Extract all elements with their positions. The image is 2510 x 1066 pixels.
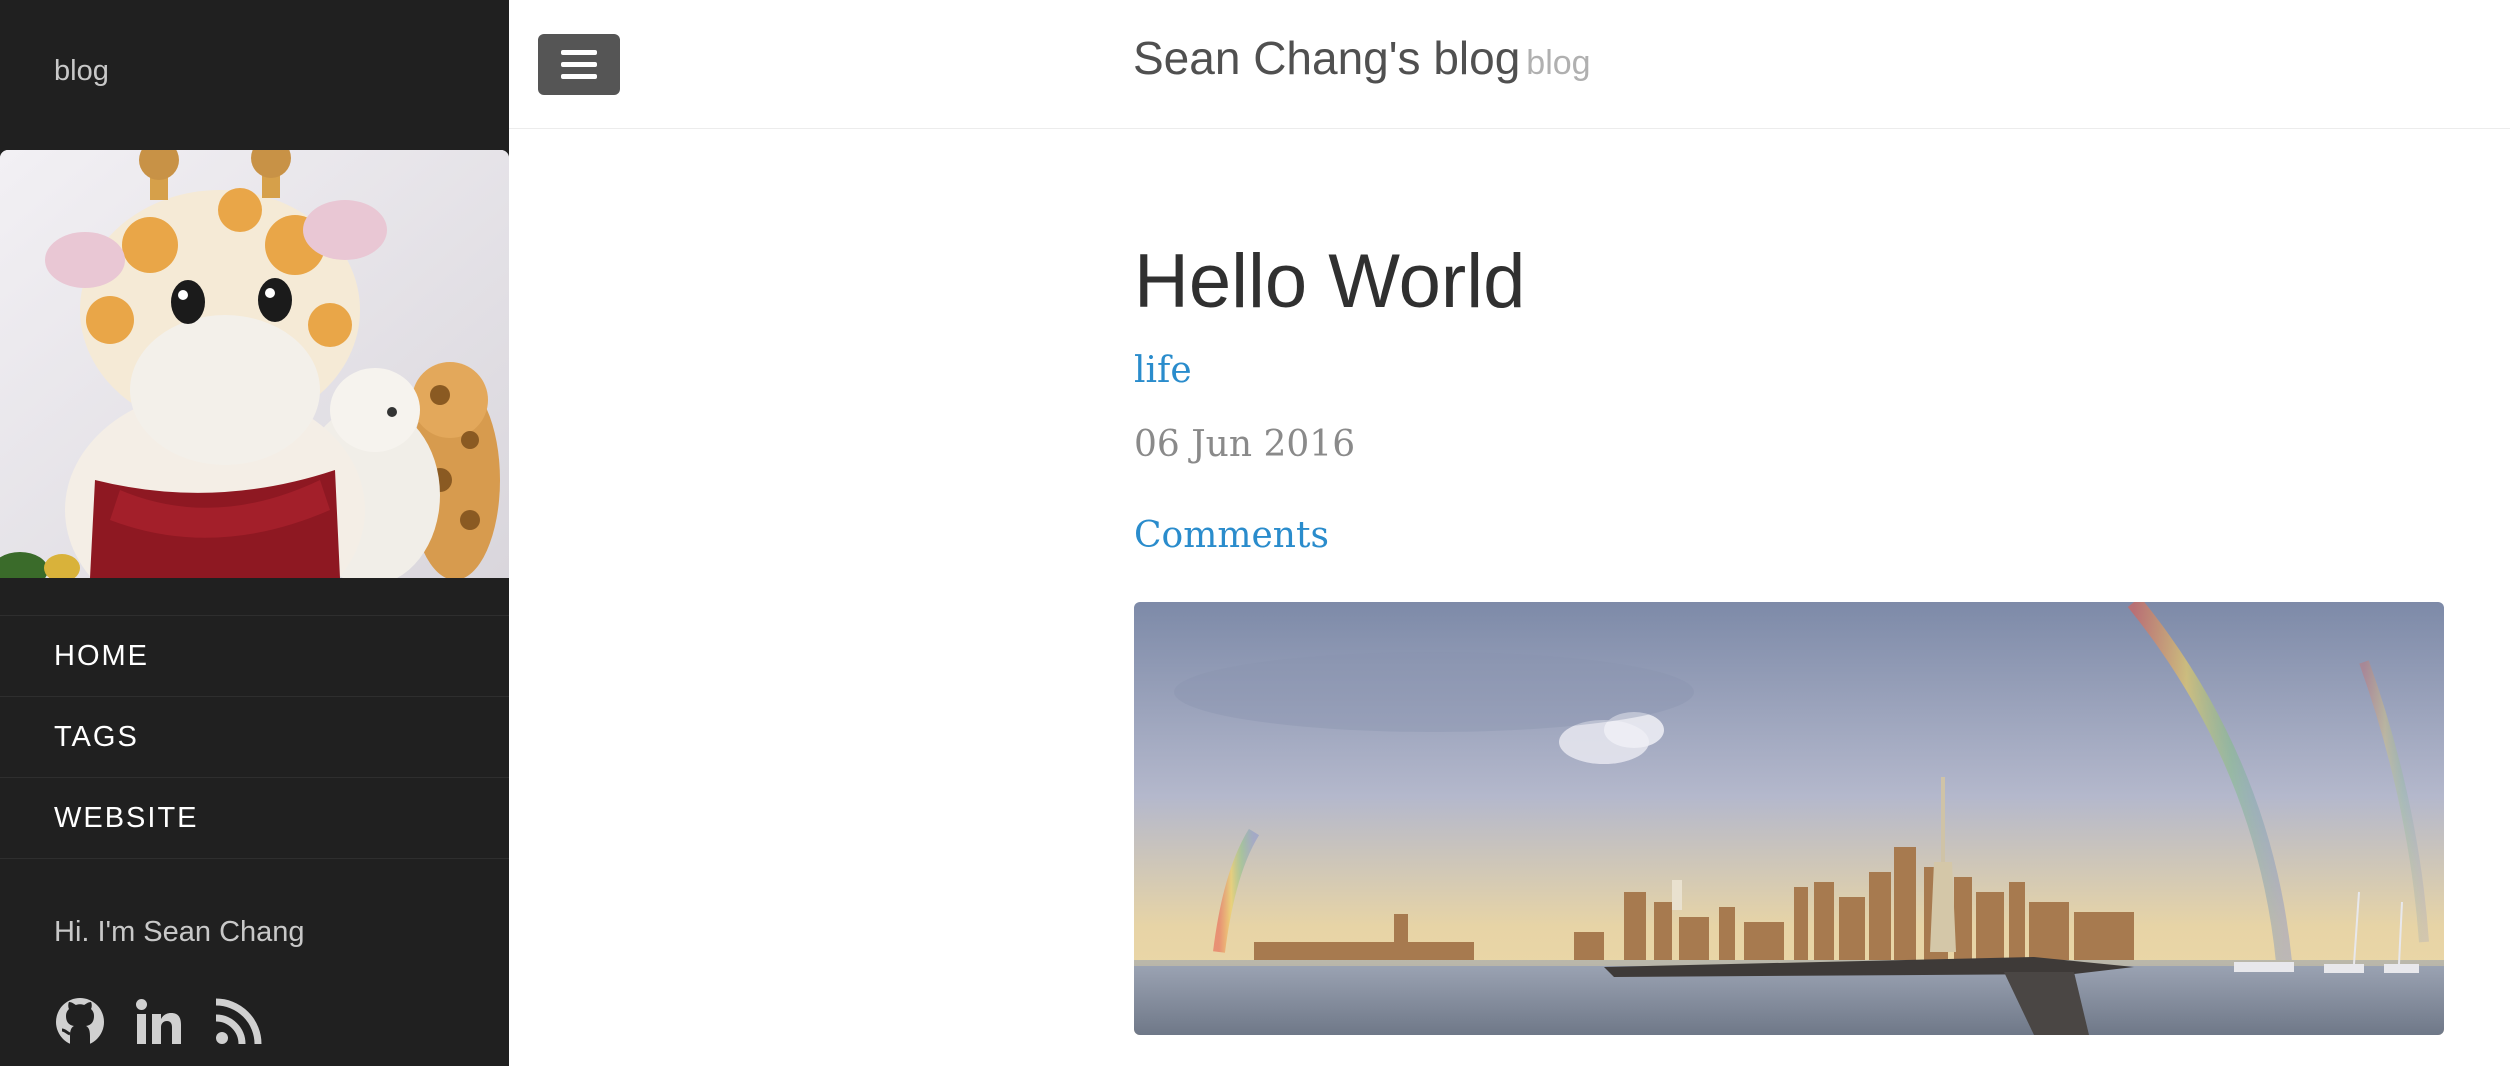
- sidebar-brand[interactable]: blog: [54, 55, 109, 88]
- top-bar: Sean Chang's blog blog: [509, 0, 2510, 129]
- menu-toggle-button[interactable]: [538, 34, 620, 95]
- giraffe-plush-illustration: [0, 150, 509, 578]
- post-tag-link[interactable]: life: [1134, 350, 1192, 391]
- sidebar-item-home[interactable]: HOME: [0, 616, 509, 697]
- avatar: [0, 150, 509, 578]
- site-title[interactable]: Sean Chang's blog blog: [1133, 31, 1591, 85]
- sidebar-item-website[interactable]: WEBSITE: [0, 778, 509, 859]
- post-date: 06 Jun 2016: [1134, 424, 1356, 465]
- social-links: [54, 996, 264, 1048]
- hamburger-icon: [561, 49, 597, 80]
- sidebar: blog HOME TAGS WEBSITE Hi. I'm Sean Chan…: [0, 0, 509, 1066]
- comments-link[interactable]: Comments: [1134, 515, 1329, 556]
- sidebar-intro: Hi. I'm Sean Chang: [54, 916, 305, 948]
- linkedin-icon[interactable]: [133, 996, 185, 1048]
- site-title-text: Sean Chang's blog: [1133, 32, 1521, 84]
- post-title: Hello World: [1134, 239, 1526, 324]
- site-subtitle: blog: [1526, 44, 1591, 82]
- rss-icon[interactable]: [212, 996, 264, 1048]
- sidebar-item-tags[interactable]: TAGS: [0, 697, 509, 778]
- github-icon[interactable]: [54, 996, 106, 1048]
- sidebar-nav: HOME TAGS WEBSITE: [0, 615, 509, 859]
- skyline-rainbow-illustration: [1134, 602, 2444, 1035]
- post-hero-image: [1134, 602, 2444, 1035]
